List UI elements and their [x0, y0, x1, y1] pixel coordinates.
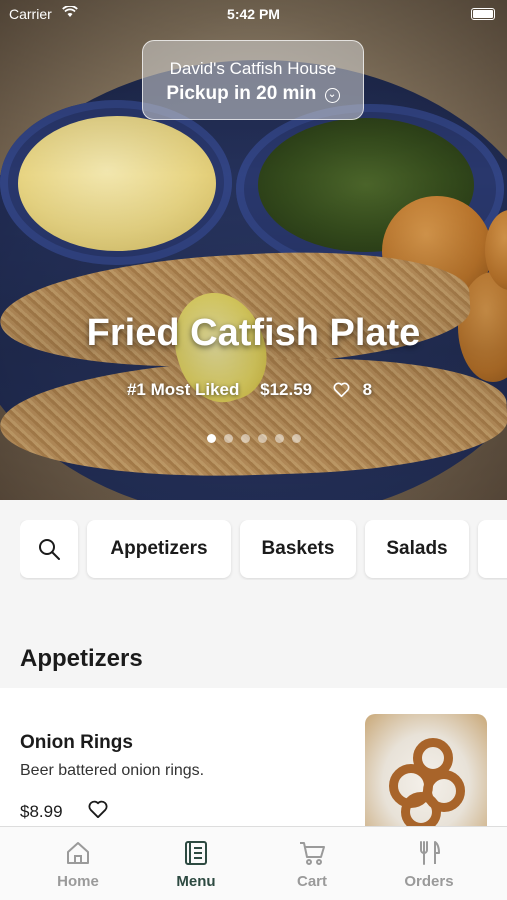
featured-meta: #1 Most Liked $12.59 8: [0, 380, 507, 400]
heart-icon[interactable]: [88, 800, 108, 823]
tab-cart[interactable]: Cart: [249, 839, 375, 890]
tab-menu-label: Menu: [176, 873, 216, 890]
tab-bar: Home Menu Cart Orders: [0, 826, 507, 900]
search-button[interactable]: [20, 520, 78, 578]
cart-icon: [249, 839, 375, 867]
carousel-dot[interactable]: [240, 434, 250, 443]
status-time: 5:42 PM: [227, 6, 280, 22]
carousel-dot[interactable]: [223, 434, 233, 443]
tab-cart-label: Cart: [296, 873, 327, 890]
home-icon: [15, 839, 141, 867]
pickup-selector[interactable]: David's Catfish House Pickup in 20 min ⌄: [142, 40, 364, 120]
menu-icon: [133, 839, 259, 867]
carousel-dots[interactable]: [0, 430, 507, 448]
menu-item-price: $8.99: [20, 802, 63, 821]
search-icon: [39, 538, 60, 560]
tab-home-label: Home: [57, 873, 99, 890]
featured-likes[interactable]: 8: [333, 380, 380, 399]
tab-menu[interactable]: Menu: [133, 839, 259, 890]
category-chip-salads[interactable]: Salads: [365, 520, 469, 578]
tab-orders-label: Orders: [404, 873, 454, 890]
restaurant-name: David's Catfish House: [169, 59, 337, 78]
carousel-dot[interactable]: [274, 434, 284, 443]
category-bar[interactable]: Appetizers Baskets Salads: [20, 520, 507, 580]
tab-home[interactable]: Home: [15, 839, 141, 890]
heart-icon: [333, 382, 350, 398]
featured-price: $12.59: [260, 380, 313, 399]
status-bar: Carrier 5:42 PM: [0, 0, 507, 28]
section-title: Appetizers: [20, 645, 143, 672]
featured-likes-count: 8: [362, 380, 373, 399]
chevron-down-icon: ⌄: [324, 88, 340, 103]
menu-item[interactable]: Onion Rings Beer battered onion rings. $…: [0, 688, 507, 828]
category-chip-appetizers[interactable]: Appetizers: [87, 520, 231, 578]
battery-icon: [471, 8, 495, 20]
pickup-time-label: Pickup in 20 min: [166, 83, 317, 104]
menu-item-description: Beer battered onion rings.: [20, 762, 205, 779]
menu-item-photo: [365, 714, 487, 828]
category-chip-baskets[interactable]: Baskets: [240, 520, 356, 578]
featured-title: Fried Catfish Plate: [86, 312, 421, 354]
featured-rank: #1 Most Liked: [126, 380, 240, 399]
tab-orders[interactable]: Orders: [366, 839, 492, 890]
category-chip-next[interactable]: [478, 520, 507, 578]
carousel-dot[interactable]: [206, 434, 216, 443]
pickup-time: Pickup in 20 min ⌄: [143, 83, 363, 105]
carousel-dot[interactable]: [291, 434, 301, 443]
menu-item-name: Onion Rings: [20, 732, 133, 753]
orders-icon: [366, 839, 492, 867]
carousel-dot[interactable]: [257, 434, 267, 443]
